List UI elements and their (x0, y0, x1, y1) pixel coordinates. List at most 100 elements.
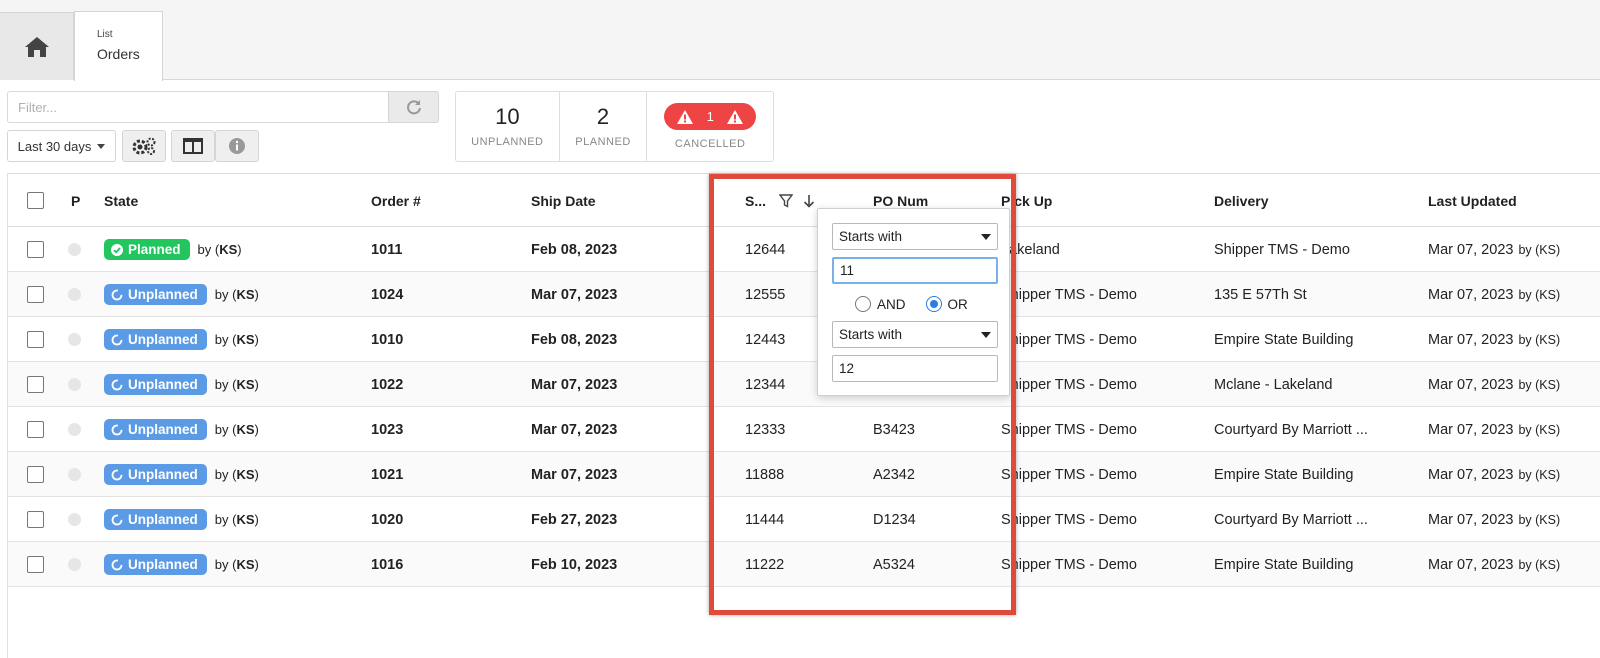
order-number[interactable]: 1010 (371, 317, 403, 362)
state-badge[interactable]: Unplanned (104, 329, 207, 350)
header-p[interactable]: P (71, 174, 80, 227)
delivery: Empire State Building (1214, 556, 1354, 573)
info-button[interactable] (215, 130, 259, 162)
updated-by-word: by (1518, 242, 1532, 257)
warning-icon (677, 109, 694, 124)
dropdown-arrow-icon (981, 233, 991, 240)
row-checkbox[interactable] (27, 317, 44, 362)
state-badge[interactable]: Unplanned (104, 464, 207, 485)
state-by: by (KS) (214, 287, 259, 302)
table-row[interactable]: Unplanned by (KS) 1020 Feb 27, 2023 11444 D12… (8, 497, 1600, 542)
updated-user: KS (1539, 422, 1556, 437)
tab-orders[interactable]: List Orders (74, 11, 163, 81)
count-unplanned[interactable]: 10 UNPLANNED (456, 92, 560, 161)
row-checkbox[interactable] (27, 362, 44, 407)
row-checkbox[interactable] (27, 272, 44, 317)
state-badge[interactable]: Unplanned (104, 284, 207, 305)
table-row[interactable]: Unplanned by (KS) 1022 Mar 07, 2023 12344 Shi… (8, 362, 1600, 407)
state-badge[interactable]: Planned (104, 239, 190, 260)
order-number[interactable]: 1011 (371, 227, 402, 272)
po-number: A5324 (873, 556, 915, 573)
row-checkbox[interactable] (27, 227, 44, 272)
shipment-number: 12333 (745, 421, 786, 438)
spinner-icon (111, 514, 123, 525)
delivery: 135 E 57Th St (1214, 286, 1307, 303)
updated-by: by (KS) (1518, 242, 1561, 257)
state-badge[interactable]: Unplanned (104, 554, 207, 575)
state-cell: Unplanned by (KS) (104, 497, 259, 542)
state-by-word: by (214, 287, 229, 302)
header-order[interactable]: Order # (371, 174, 421, 227)
filter-join-radios: AND OR (855, 293, 968, 315)
refresh-button[interactable] (388, 91, 439, 123)
row-checkbox[interactable] (27, 407, 44, 452)
row-checkbox[interactable] (27, 497, 44, 542)
count-planned[interactable]: 2 PLANNED (560, 92, 648, 161)
table-row[interactable]: Unplanned by (KS) 1024 Mar 07, 2023 12555 Shi… (8, 272, 1600, 317)
state-by-word: by (214, 377, 229, 392)
header-state[interactable]: State (104, 174, 138, 227)
state-label: Unplanned (128, 422, 198, 437)
dropdown-arrow-icon (981, 331, 991, 338)
filter-value-2[interactable]: 12 (832, 355, 998, 382)
state-cell: Unplanned by (KS) (104, 407, 259, 452)
header-delivery[interactable]: Delivery (1214, 174, 1268, 227)
table-row[interactable]: Planned by (KS) 1011 Feb 08, 2023 12644 Lakel… (8, 227, 1600, 272)
state-label: Unplanned (128, 557, 198, 572)
order-number[interactable]: 1016 (371, 542, 403, 587)
columns-button[interactable] (171, 130, 215, 162)
cancelled-label: CANCELLED (674, 138, 746, 150)
last-updated: Mar 07, 2023 by (KS) (1428, 272, 1560, 317)
header-shipment[interactable]: S... (745, 174, 766, 227)
row-checkbox[interactable] (27, 452, 44, 497)
order-number[interactable]: 1020 (371, 497, 403, 542)
unplanned-count: 10 (495, 104, 520, 129)
updated-user: KS (1539, 512, 1556, 527)
order-number[interactable]: 1023 (371, 407, 403, 452)
date-range-dropdown[interactable]: Last 30 days (7, 130, 116, 162)
count-cancelled[interactable]: 1 CANCELLED (647, 92, 773, 161)
select-all-checkbox[interactable] (27, 174, 44, 227)
planned-label: PLANNED (575, 136, 631, 148)
table-row[interactable]: Unplanned by (KS) 1023 Mar 07, 2023 12333 B34… (8, 407, 1600, 452)
filter-icon[interactable] (779, 174, 793, 227)
delivery: Courtyard By Marriott ... (1214, 511, 1368, 528)
row-checkbox[interactable] (27, 542, 44, 587)
tab-home[interactable] (0, 12, 74, 80)
last-updated-date: Mar 07, 2023 (1428, 466, 1514, 483)
po-number: A2342 (873, 466, 915, 483)
order-number[interactable]: 1021 (371, 452, 403, 497)
settings-button[interactable] (122, 130, 166, 162)
cancelled-badge: 1 (664, 103, 757, 130)
header-ship-date[interactable]: Ship Date (531, 174, 596, 227)
ship-date: Mar 07, 2023 (531, 466, 618, 483)
state-label: Unplanned (128, 512, 198, 527)
filter-operator-2[interactable]: Starts with (832, 321, 998, 348)
sort-down-icon[interactable] (803, 174, 815, 227)
state-badge[interactable]: Unplanned (104, 419, 207, 440)
table-row[interactable]: Unplanned by (KS) 1021 Mar 07, 2023 11888 A23… (8, 452, 1600, 497)
or-radio[interactable] (925, 296, 942, 312)
table-row[interactable]: Unplanned by (KS) 1010 Feb 08, 2023 12443 Shi… (8, 317, 1600, 362)
ship-date: Feb 27, 2023 (531, 511, 618, 528)
state-user: KS (236, 377, 255, 392)
state-badge[interactable]: Unplanned (104, 509, 207, 530)
shipment-number: 12555 (745, 286, 786, 303)
filter-value-1[interactable]: 11 (832, 257, 998, 284)
order-number[interactable]: 1024 (371, 272, 403, 317)
shipment-number: 11444 (745, 511, 785, 528)
state-by: by (KS) (214, 557, 259, 572)
state-label: Unplanned (128, 332, 198, 347)
filter-input[interactable] (7, 91, 389, 123)
pick-up: Shipper TMS - Demo (1001, 556, 1137, 573)
order-number[interactable]: 1022 (371, 362, 403, 407)
filter-operator-1[interactable]: Starts with (832, 223, 998, 250)
last-updated-date: Mar 07, 2023 (1428, 331, 1514, 348)
last-updated-date: Mar 07, 2023 (1428, 376, 1514, 393)
table-row[interactable]: Unplanned by (KS) 1016 Feb 10, 2023 11222 A53… (8, 542, 1600, 587)
state-badge[interactable]: Unplanned (104, 374, 207, 395)
priority-dot (68, 497, 81, 542)
planned-count: 2 (596, 104, 610, 129)
and-radio[interactable] (855, 296, 871, 312)
header-last-updated[interactable]: Last Updated (1428, 174, 1517, 227)
